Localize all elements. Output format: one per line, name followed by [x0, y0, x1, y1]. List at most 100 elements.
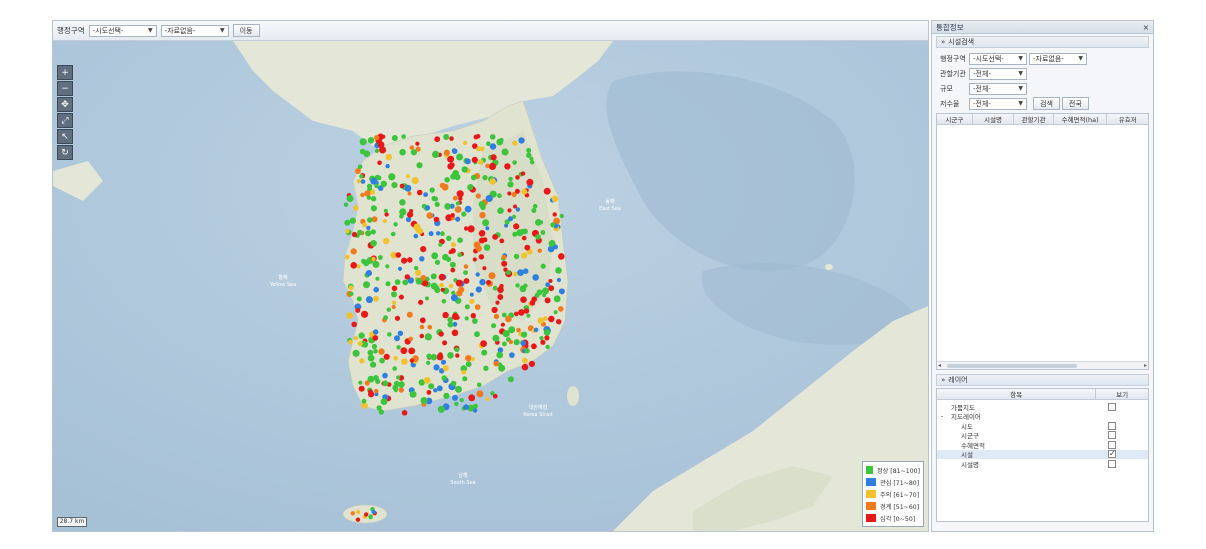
- facility-marker[interactable]: [391, 285, 398, 292]
- facility-marker[interactable]: [509, 352, 515, 358]
- facility-marker[interactable]: [515, 175, 520, 180]
- facility-marker[interactable]: [416, 189, 423, 196]
- facility-marker[interactable]: [515, 283, 520, 288]
- facility-marker[interactable]: [420, 397, 428, 404]
- facility-marker[interactable]: [442, 253, 449, 261]
- facility-marker[interactable]: [350, 248, 357, 255]
- facility-marker[interactable]: [379, 357, 385, 364]
- facility-marker[interactable]: [513, 271, 518, 277]
- facility-marker[interactable]: [368, 389, 373, 395]
- facility-marker[interactable]: [359, 358, 365, 364]
- facility-marker[interactable]: [438, 273, 446, 281]
- facility-marker[interactable]: [500, 322, 505, 327]
- facility-marker[interactable]: [521, 252, 528, 259]
- facility-marker[interactable]: [426, 390, 432, 395]
- facility-marker[interactable]: [434, 201, 440, 207]
- facility-marker[interactable]: [552, 212, 557, 217]
- facility-marker[interactable]: [448, 283, 454, 289]
- facility-marker[interactable]: [384, 212, 389, 217]
- facility-marker[interactable]: [447, 321, 454, 328]
- facility-marker[interactable]: [404, 274, 410, 280]
- facility-marker[interactable]: [463, 264, 469, 269]
- facility-marker[interactable]: [401, 257, 408, 264]
- facility-marker[interactable]: [439, 282, 444, 288]
- facility-marker[interactable]: [543, 316, 548, 321]
- facility-marker[interactable]: [463, 404, 469, 410]
- scroll-thumb[interactable]: [947, 364, 1077, 368]
- facility-marker[interactable]: [361, 310, 369, 318]
- facility-marker[interactable]: [409, 358, 415, 363]
- facility-marker[interactable]: [491, 306, 498, 314]
- facility-marker[interactable]: [383, 208, 388, 213]
- facility-marker[interactable]: [428, 231, 434, 237]
- facility-marker[interactable]: [558, 253, 565, 260]
- facility-marker[interactable]: [489, 134, 496, 140]
- facility-marker[interactable]: [434, 259, 441, 265]
- facility-marker[interactable]: [461, 211, 467, 217]
- facility-marker[interactable]: [469, 298, 475, 304]
- facility-marker[interactable]: [393, 222, 398, 227]
- facility-marker[interactable]: [524, 244, 531, 251]
- facility-marker[interactable]: [536, 289, 543, 296]
- facility-marker[interactable]: [542, 287, 549, 295]
- facility-marker[interactable]: [385, 281, 391, 287]
- facility-marker[interactable]: [407, 257, 413, 263]
- facility-marker[interactable]: [468, 185, 474, 190]
- facility-marker[interactable]: [476, 382, 482, 388]
- facility-marker[interactable]: [450, 248, 456, 254]
- facility-marker[interactable]: [399, 199, 406, 206]
- facility-marker[interactable]: [454, 347, 460, 353]
- facility-marker[interactable]: [455, 279, 463, 287]
- facility-marker[interactable]: [468, 394, 476, 402]
- facility-marker[interactable]: [491, 323, 497, 329]
- facility-marker[interactable]: [356, 179, 362, 184]
- facility-marker[interactable]: [370, 189, 376, 195]
- facility-marker[interactable]: [559, 213, 564, 219]
- facility-marker[interactable]: [508, 339, 513, 345]
- facility-marker[interactable]: [470, 174, 477, 181]
- facility-marker[interactable]: [386, 307, 391, 312]
- facility-marker[interactable]: [465, 158, 471, 165]
- facility-marker[interactable]: [418, 299, 424, 305]
- facility-marker[interactable]: [355, 517, 361, 522]
- facility-marker[interactable]: [533, 327, 539, 333]
- facility-marker[interactable]: [425, 205, 431, 211]
- facility-marker[interactable]: [531, 296, 537, 302]
- facility-marker[interactable]: [399, 183, 405, 189]
- facility-marker[interactable]: [431, 252, 439, 260]
- facility-marker[interactable]: [367, 349, 374, 356]
- facility-marker[interactable]: [382, 380, 389, 387]
- facility-marker[interactable]: [544, 297, 551, 304]
- facility-marker[interactable]: [544, 335, 550, 341]
- collapse-icon[interactable]: -: [937, 412, 947, 420]
- facility-marker[interactable]: [556, 277, 561, 283]
- col-storage[interactable]: 유효저: [1107, 114, 1148, 124]
- facility-marker[interactable]: [385, 264, 390, 269]
- facility-marker[interactable]: [501, 254, 507, 260]
- facility-marker[interactable]: [353, 205, 359, 211]
- facility-marker[interactable]: [526, 313, 531, 318]
- facility-marker[interactable]: [350, 511, 355, 516]
- facility-marker[interactable]: [409, 390, 417, 398]
- layer-checkbox[interactable]: [1108, 459, 1116, 468]
- facility-marker[interactable]: [394, 335, 400, 342]
- facility-marker[interactable]: [371, 343, 377, 350]
- facility-marker[interactable]: [463, 278, 470, 284]
- layer-checkbox-checked[interactable]: ✓: [1108, 450, 1116, 459]
- facility-marker[interactable]: [512, 140, 518, 146]
- agency-select[interactable]: -전체- ▼: [969, 67, 1027, 80]
- close-icon[interactable]: ×: [1143, 23, 1149, 32]
- facility-marker[interactable]: [382, 219, 387, 224]
- facility-marker[interactable]: [490, 154, 497, 161]
- facility-marker[interactable]: [436, 231, 441, 236]
- facility-marker[interactable]: [420, 275, 427, 281]
- facility-marker[interactable]: [351, 321, 358, 328]
- facility-marker[interactable]: [548, 279, 553, 283]
- facility-marker[interactable]: [475, 272, 480, 277]
- facility-marker[interactable]: [497, 294, 504, 300]
- horizontal-scrollbar[interactable]: ◂ ▸: [937, 361, 1148, 369]
- facility-marker[interactable]: [555, 267, 562, 274]
- facility-marker[interactable]: [474, 304, 481, 310]
- facility-marker[interactable]: [393, 356, 398, 361]
- facility-marker[interactable]: [461, 369, 467, 375]
